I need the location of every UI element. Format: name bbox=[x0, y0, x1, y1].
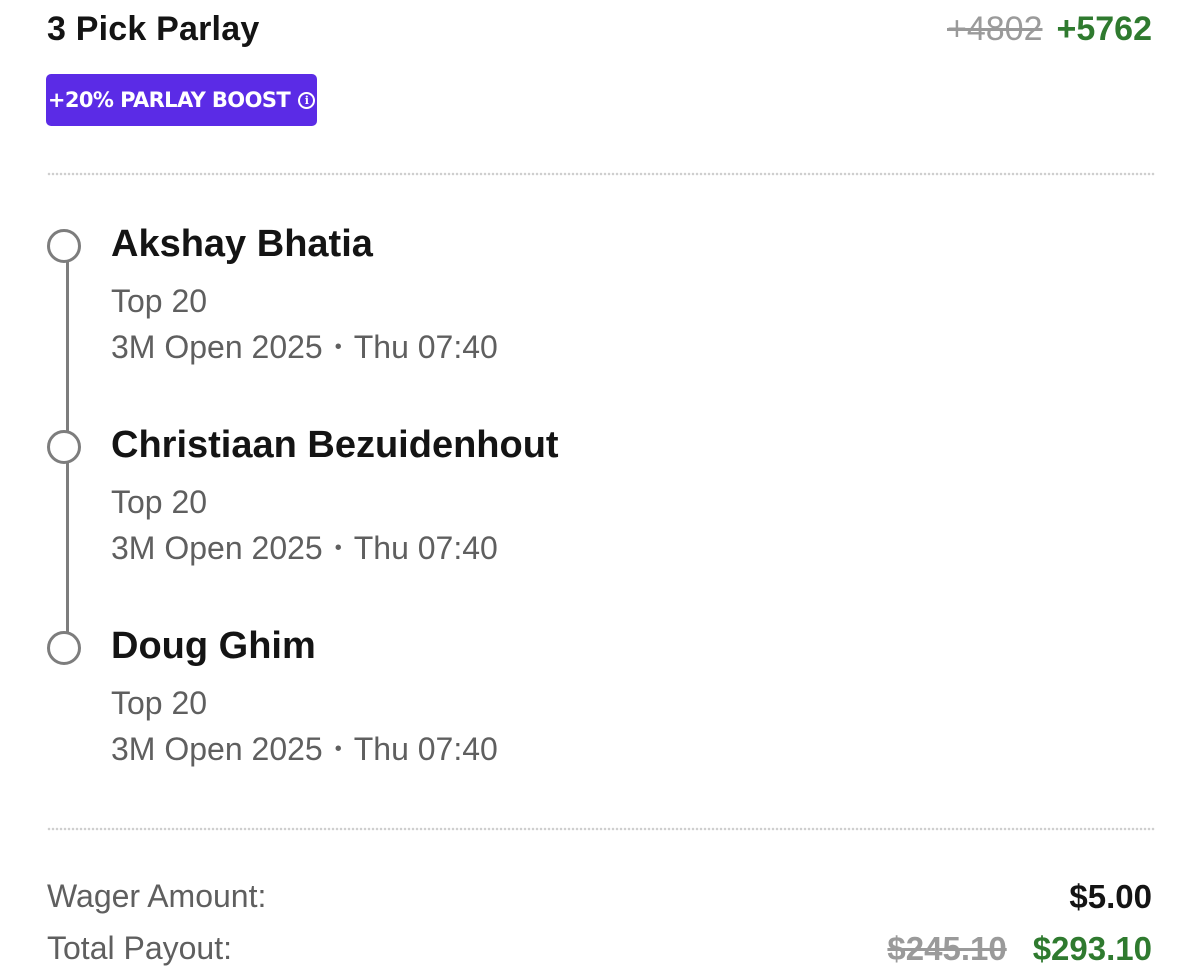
wager-amount-label: Wager Amount: bbox=[47, 878, 267, 914]
market-name: Top 20 bbox=[111, 685, 208, 721]
leg-status-circle-icon bbox=[47, 631, 81, 665]
wager-amount-value: $5.00 bbox=[1069, 878, 1152, 915]
event-info: 3M Open 2025 • Thu 07:40 bbox=[111, 731, 498, 768]
market-name: Top 20 bbox=[111, 484, 208, 520]
player-name: Akshay Bhatia bbox=[111, 223, 373, 265]
event-time: Thu 07:40 bbox=[353, 329, 498, 365]
info-icon[interactable]: i bbox=[298, 91, 316, 109]
boosted-payout: $293.10 bbox=[1032, 930, 1152, 967]
event-time: Thu 07:40 bbox=[353, 731, 498, 767]
separator-dot: • bbox=[334, 336, 342, 358]
original-odds: +4802 bbox=[947, 10, 1043, 48]
event-name: 3M Open 2025 bbox=[111, 731, 323, 767]
parlay-boost-badge[interactable]: +20% PARLAY BOOST i bbox=[46, 74, 317, 126]
event-name: 3M Open 2025 bbox=[111, 530, 323, 566]
divider bbox=[47, 827, 1155, 831]
separator-dot: • bbox=[334, 537, 342, 559]
leg-status-circle-icon bbox=[47, 229, 81, 263]
original-payout: $245.10 bbox=[887, 930, 1007, 967]
leg-item: Akshay Bhatia Top 20 3M Open 2025 • Thu 07… bbox=[0, 223, 1200, 429]
divider bbox=[47, 172, 1155, 176]
event-time: Thu 07:40 bbox=[353, 530, 498, 566]
player-name: Christiaan Bezuidenhout bbox=[111, 424, 559, 466]
event-info: 3M Open 2025 • Thu 07:40 bbox=[111, 530, 498, 567]
market-name: Top 20 bbox=[111, 283, 208, 319]
player-name: Doug Ghim bbox=[111, 625, 316, 667]
leg-item: Doug Ghim Top 20 3M Open 2025 • Thu 07:40 bbox=[0, 625, 1200, 831]
leg-item: Christiaan Bezuidenhout Top 20 3M Open 2… bbox=[0, 424, 1200, 630]
parlay-odds: +4802 +5762 bbox=[947, 10, 1152, 49]
leg-status-circle-icon bbox=[47, 430, 81, 464]
total-payout-value: $245.10 $293.10 bbox=[887, 930, 1152, 968]
boost-label: +20% PARLAY BOOST bbox=[47, 88, 291, 112]
boosted-odds: +5762 bbox=[1056, 10, 1153, 48]
event-name: 3M Open 2025 bbox=[111, 329, 323, 365]
parlay-title: 3 Pick Parlay bbox=[47, 10, 260, 48]
event-info: 3M Open 2025 • Thu 07:40 bbox=[111, 329, 498, 366]
separator-dot: • bbox=[334, 738, 342, 760]
total-payout-label: Total Payout: bbox=[47, 930, 232, 966]
